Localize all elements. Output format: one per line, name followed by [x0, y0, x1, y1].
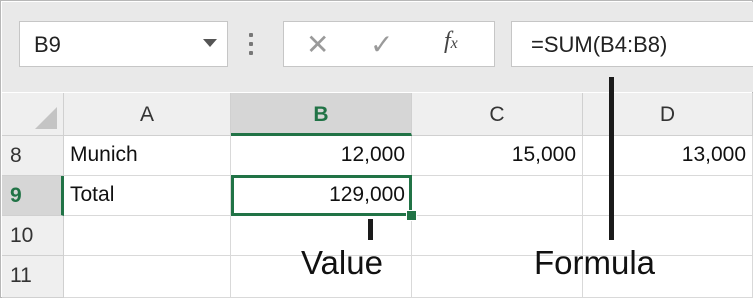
row-header-10[interactable]: 10	[2, 216, 64, 256]
active-cell-border	[231, 175, 412, 216]
cell-a9[interactable]: Total	[64, 176, 231, 216]
name-box[interactable]: B9	[19, 21, 228, 67]
column-header-label: B	[313, 103, 329, 126]
cell-value: Total	[70, 183, 115, 206]
cell-a11[interactable]	[64, 256, 231, 298]
column-header-a[interactable]: A	[64, 93, 231, 136]
row-header-9[interactable]: 9	[2, 176, 64, 216]
fill-handle[interactable]	[406, 210, 417, 221]
row-header-11[interactable]: 11	[2, 256, 64, 298]
cell-value: Munich	[70, 143, 138, 166]
close-icon[interactable]: ✕	[306, 28, 329, 61]
formula-pointer-line	[609, 77, 614, 240]
column-header-b[interactable]: B	[231, 93, 412, 136]
select-all-button[interactable]	[2, 93, 64, 136]
row-header-label: 8	[10, 144, 22, 167]
formula-buttons: ✕ ✓ fx	[283, 21, 495, 67]
name-box-value: B9	[34, 32, 61, 57]
cell-a8[interactable]: Munich	[64, 136, 231, 176]
formula-input[interactable]: =SUM(B4:B8)	[511, 21, 753, 67]
formula-bar-splitter-icon[interactable]	[249, 31, 253, 57]
cell-value: 12,000	[340, 143, 405, 166]
formula-text: =SUM(B4:B8)	[531, 32, 668, 57]
value-annotation: Value	[301, 244, 383, 281]
row-header-label: 11	[10, 264, 32, 287]
cell-c8[interactable]: 15,000	[412, 136, 583, 176]
spreadsheet-window: B9 ✕ ✓ fx =SUM(B4:B8) A B C D 8 Munich 1…	[0, 0, 753, 298]
row-header-label: 10	[10, 224, 34, 247]
row-header-label: 9	[10, 184, 22, 207]
formula-bar: B9 ✕ ✓ fx =SUM(B4:B8)	[2, 2, 753, 92]
chevron-down-icon[interactable]	[203, 39, 217, 47]
formula-annotation: Formula	[534, 244, 656, 281]
cell-b8[interactable]: 12,000	[231, 136, 412, 176]
row-header-8[interactable]: 8	[2, 136, 64, 176]
column-header-label: A	[139, 103, 154, 126]
cell-c9[interactable]	[412, 176, 583, 216]
column-header-c[interactable]: C	[412, 93, 583, 136]
insert-function-icon[interactable]: fx	[444, 28, 458, 55]
cell-value: 13,000	[681, 143, 746, 166]
cell-value: 15,000	[511, 143, 576, 166]
value-pointer-line	[368, 219, 373, 240]
column-header-label: C	[489, 103, 505, 126]
checkmark-icon[interactable]: ✓	[370, 28, 393, 61]
cell-a10[interactable]	[64, 216, 231, 256]
